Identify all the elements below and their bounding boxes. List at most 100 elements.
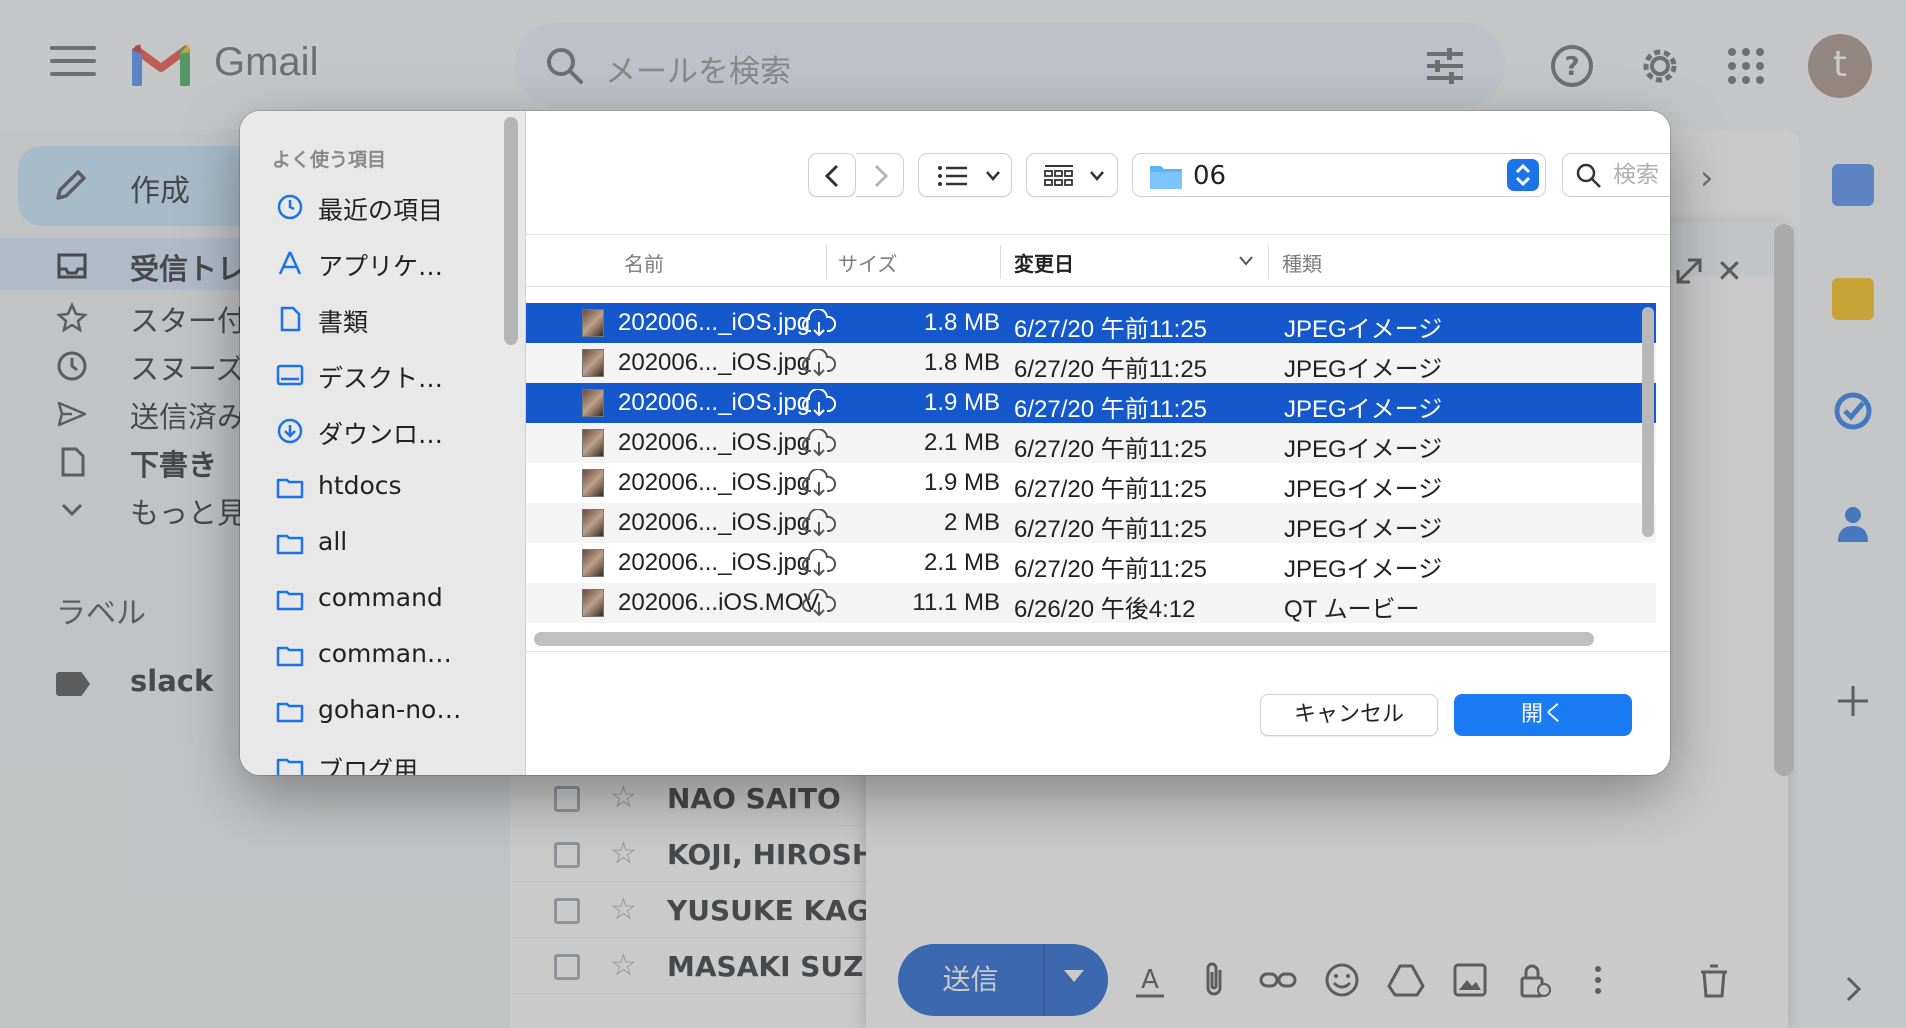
file-thumbnail-icon	[582, 469, 604, 497]
file-thumbnail-icon	[582, 309, 604, 337]
file-row[interactable]: 202006..._iOS.jpg 2.1 MB 6/27/20 午前11:25 JP…	[526, 543, 1656, 583]
file-thumbnail-icon	[582, 509, 604, 537]
up-down-stepper-icon	[1507, 159, 1539, 191]
sidebar-label: アプリケ…	[318, 252, 444, 281]
icloud-download-icon[interactable]	[802, 549, 836, 577]
folder-icon	[276, 758, 304, 775]
column-header-name[interactable]: 名前	[624, 248, 664, 277]
search-icon	[1576, 163, 1601, 188]
icloud-download-icon[interactable]	[802, 509, 836, 537]
forward-button[interactable]	[856, 153, 904, 197]
file-size: 2 MB	[943, 509, 1000, 536]
chevron-down-icon	[986, 171, 1000, 181]
chevron-left-icon	[824, 164, 839, 188]
file-kind: QT ムービー	[1284, 596, 1420, 623]
folder-icon	[276, 478, 304, 499]
sidebar-item-applications[interactable]: アプリケ…	[276, 239, 516, 285]
folder-icon	[276, 534, 304, 555]
dialog-search-input[interactable]	[1613, 159, 1670, 191]
file-kind: JPEGイメージ	[1284, 316, 1443, 343]
file-size: 11.1 MB	[912, 589, 1000, 616]
file-kind: JPEGイメージ	[1284, 436, 1443, 463]
file-list-bottom-border	[526, 651, 1670, 652]
sidebar-item-all[interactable]: all	[276, 519, 516, 565]
file-row[interactable]: 202006..._iOS.jpg 1.8 MB 6/27/20 午前11:25 JP…	[526, 343, 1656, 383]
icloud-download-icon[interactable]	[802, 429, 836, 457]
back-button[interactable]	[808, 153, 856, 197]
file-date-modified: 6/26/20 午後4:12	[1014, 596, 1196, 623]
clock-icon	[277, 194, 303, 220]
file-size: 2.1 MB	[923, 549, 1000, 576]
column-separator[interactable]	[1268, 245, 1269, 279]
file-row[interactable]: 202006...iOS.MOV 11.1 MB 6/26/20 午後4:12 QT …	[526, 583, 1656, 623]
file-row[interactable]: 202006..._iOS.jpg 1.9 MB 6/27/20 午前11:25 JP…	[526, 383, 1656, 423]
sidebar-item-command-2[interactable]: comman…	[276, 631, 516, 677]
file-thumbnail-icon	[582, 429, 604, 457]
folder-icon	[276, 702, 304, 723]
file-name: 202006..._iOS.jpg	[618, 309, 811, 336]
file-date-modified: 6/27/20 午前11:25	[1014, 556, 1208, 583]
icloud-download-icon[interactable]	[802, 349, 836, 377]
sidebar-favorites-heading: よく使う項目	[272, 149, 387, 171]
file-row[interactable]: 202006..._iOS.jpg 1.9 MB 6/27/20 午前11:25 JP…	[526, 463, 1656, 503]
group-view-toggle[interactable]	[1026, 153, 1118, 197]
cancel-button[interactable]: キャンセル	[1260, 694, 1438, 736]
dialog-search-field[interactable]	[1562, 153, 1670, 197]
sidebar-item-blog[interactable]: ブログ用…	[276, 743, 516, 775]
sidebar-label: command	[318, 583, 443, 612]
current-folder-name: 06	[1193, 161, 1227, 191]
icloud-download-icon[interactable]	[802, 589, 836, 617]
file-date-modified: 6/27/20 午前11:25	[1014, 396, 1208, 423]
icloud-download-icon[interactable]	[802, 309, 836, 337]
file-row[interactable]: 202006..._iOS.jpg 1.8 MB 6/27/20 午前11:25 JP…	[526, 303, 1656, 343]
file-row[interactable]: 202006..._iOS.jpg 2 MB 6/27/20 午前11:25 JPEG…	[526, 503, 1656, 543]
file-thumbnail-icon	[582, 549, 604, 577]
chevron-down-icon	[1090, 171, 1104, 181]
file-size: 1.9 MB	[923, 469, 1000, 496]
grid-view-icon	[1044, 165, 1073, 186]
sidebar-label: ブログ用…	[318, 756, 444, 775]
list-view-toggle[interactable]	[918, 153, 1012, 197]
file-size: 1.8 MB	[923, 349, 1000, 376]
file-size: 2.1 MB	[923, 429, 1000, 456]
file-name: 202006..._iOS.jpg	[618, 469, 811, 496]
sidebar-label: 書類	[318, 308, 369, 337]
sidebar-item-htdocs[interactable]: htdocs	[276, 463, 516, 509]
sidebar-item-downloads[interactable]: ダウンロ…	[276, 407, 516, 453]
sidebar-item-command[interactable]: command	[276, 575, 516, 621]
file-thumbnail-icon	[582, 349, 604, 377]
applications-icon	[278, 251, 302, 275]
sidebar-item-gohan[interactable]: gohan-no…	[276, 687, 516, 733]
file-size: 1.8 MB	[923, 309, 1000, 336]
dialog-sidebar: よく使う項目 最近の項目 アプリケ… 書類 デスクト… ダウンロ… htdocs…	[240, 111, 526, 775]
sidebar-item-recents[interactable]: 最近の項目	[276, 183, 516, 229]
file-name: 202006..._iOS.jpg	[618, 349, 811, 376]
sidebar-scrollbar[interactable]	[504, 117, 518, 345]
download-icon	[277, 418, 303, 444]
column-header-kind[interactable]: 種類	[1282, 248, 1322, 277]
file-kind: JPEGイメージ	[1284, 556, 1443, 583]
file-date-modified: 6/27/20 午前11:25	[1014, 476, 1208, 503]
icloud-download-icon[interactable]	[802, 389, 836, 417]
file-name: 202006..._iOS.jpg	[618, 509, 811, 536]
file-open-dialog: よく使う項目 最近の項目 アプリケ… 書類 デスクト… ダウンロ… htdocs…	[240, 111, 1670, 775]
column-header-size[interactable]: サイズ	[838, 248, 897, 277]
file-name: 202006..._iOS.jpg	[618, 549, 811, 576]
file-thumbnail-icon	[582, 589, 604, 617]
sidebar-item-documents[interactable]: 書類	[276, 295, 516, 341]
column-separator[interactable]	[1000, 245, 1001, 279]
sidebar-item-desktop[interactable]: デスクト…	[276, 351, 516, 397]
sidebar-label: 最近の項目	[318, 196, 444, 225]
file-name: 202006..._iOS.jpg	[618, 389, 811, 416]
file-list-horizontal-scrollbar[interactable]	[534, 632, 1594, 646]
file-list-vertical-scrollbar[interactable]	[1642, 307, 1654, 537]
sort-descending-icon[interactable]	[1238, 255, 1254, 267]
open-button[interactable]: 開く	[1454, 694, 1632, 736]
document-icon	[280, 306, 301, 332]
folder-path-popup[interactable]: 06	[1132, 153, 1546, 197]
file-row[interactable]: 202006..._iOS.jpg 2.1 MB 6/27/20 午前11:25 JP…	[526, 423, 1656, 463]
column-separator[interactable]	[826, 245, 827, 279]
column-header-modified[interactable]: 変更日	[1014, 248, 1074, 277]
icloud-download-icon[interactable]	[802, 469, 836, 497]
file-kind: JPEGイメージ	[1284, 516, 1443, 543]
